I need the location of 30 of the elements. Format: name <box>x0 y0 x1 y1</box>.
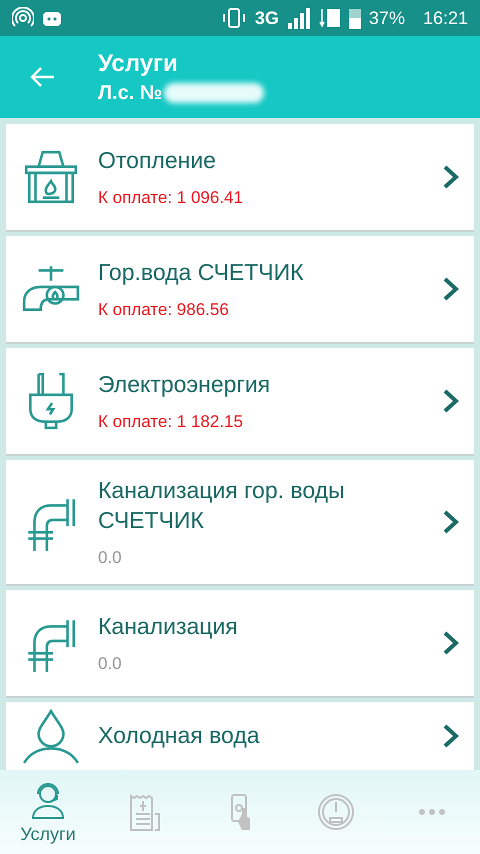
amount-due: К оплате: 1 182.15 <box>98 412 244 432</box>
amount-due: К оплате: 1 096.41 <box>98 188 244 208</box>
service-card[interactable]: Канализация 0.0 <box>6 590 474 698</box>
service-title: Канализация гор. воды СЧЕТЧИК <box>98 476 346 535</box>
clock: 16:21 <box>422 8 468 28</box>
amount-due: 0.0 <box>98 548 123 568</box>
battery-percent: 37% <box>368 8 405 28</box>
service-title: Гор.вода СЧЕТЧИК <box>98 258 305 288</box>
service-card[interactable]: Канализация гор. воды СЧЕТЧИК 0.0 <box>6 460 474 586</box>
service-card[interactable]: Электроэнергия К оплате: 1 182.15 <box>6 348 474 456</box>
hotspot-icon <box>12 7 34 29</box>
service-card[interactable]: Гор.вода СЧЕТЧИК К оплате: 986.56 <box>6 236 474 344</box>
nav-tab[interactable]: Услуги <box>0 770 96 854</box>
screen-title: Услуги <box>98 50 179 78</box>
vibrate-icon <box>220 8 247 28</box>
gauge-icon[interactable] <box>316 792 356 832</box>
service-card[interactable]: Холодная вода <box>6 702 474 770</box>
sim-icon <box>318 7 341 29</box>
android-icon <box>42 9 62 27</box>
service-title: Канализация <box>98 612 239 641</box>
service-title: Отопление <box>98 146 217 176</box>
signal-icon <box>286 7 311 29</box>
network-type: 3G <box>254 8 279 28</box>
amount-due: К оплате: 986.56 <box>98 300 230 320</box>
service-title: Электроэнергия <box>98 370 272 400</box>
account-number-label: Л.с. № <box>98 82 162 104</box>
service-title: Холодная вода <box>98 720 261 750</box>
battery-icon <box>348 7 361 29</box>
amount-due: 0.0 <box>98 654 123 674</box>
service-card[interactable]: Отопление К оплате: 1 096.41 <box>6 124 474 232</box>
